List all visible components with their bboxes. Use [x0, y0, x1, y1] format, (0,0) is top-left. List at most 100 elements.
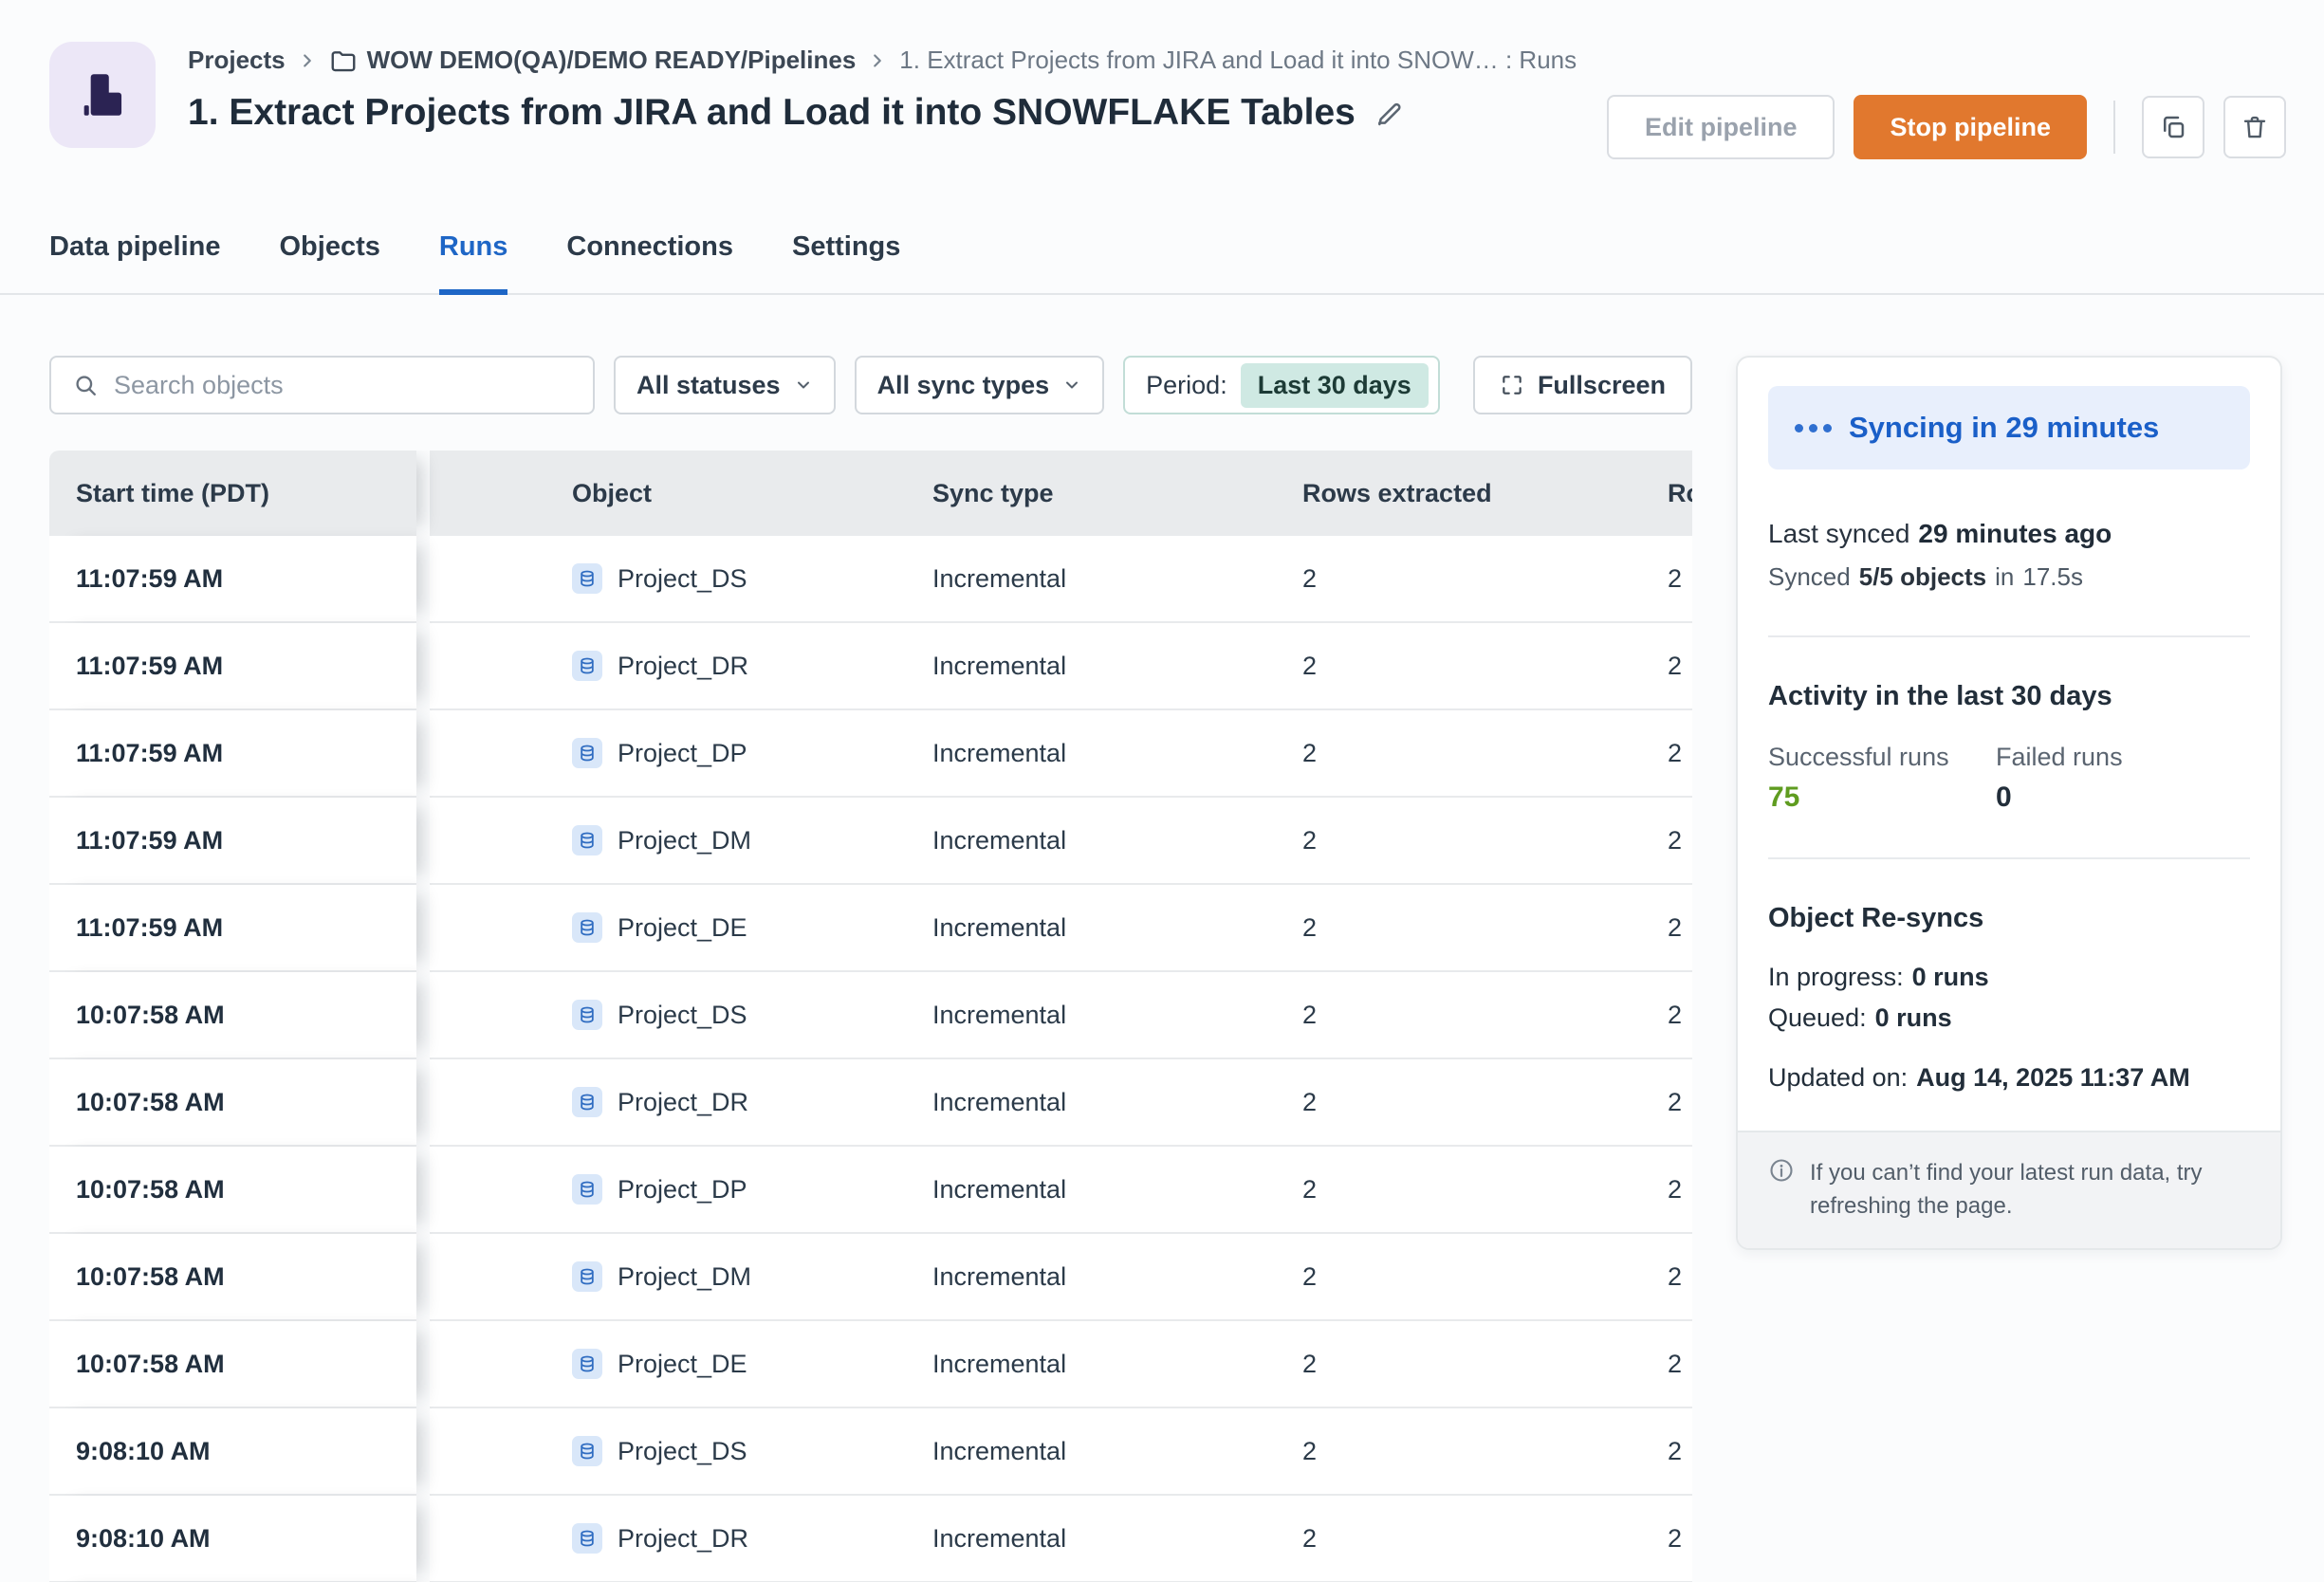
failed-runs-stat: Failed runs 0 [1996, 743, 2250, 814]
search-input[interactable] [114, 371, 572, 400]
cell-sync-type: Incremental [932, 1234, 1302, 1319]
updated-on-label: Updated on: [1768, 1063, 1908, 1093]
copy-icon [2159, 113, 2187, 141]
tab[interactable]: Runs [439, 203, 508, 295]
cell-rows-extracted: 2 [1302, 1059, 1668, 1145]
row-rest: Project_DR Incremental 2 2 [430, 1496, 1692, 1582]
row-rest: Project_DE Incremental 2 2 [430, 885, 1692, 972]
cell-rows-loaded: 2 [1668, 536, 1692, 621]
database-icon [572, 825, 602, 855]
column-header-rows-extracted: Rows extracted [1302, 451, 1668, 536]
cell-rows-extracted: 2 [1302, 536, 1668, 621]
fullscreen-button[interactable]: Fullscreen [1473, 356, 1692, 414]
tab-bar: Data pipeline Objects Runs Connections S… [0, 203, 2324, 295]
column-header-object: Object [430, 451, 932, 536]
tab[interactable]: Settings [792, 203, 900, 295]
table-header-row: Start time (PDT) Object Sync type Rows e… [49, 451, 1692, 536]
tab[interactable]: Connections [566, 203, 733, 295]
table-row[interactable]: 9:08:10 AM Project_DR Incremental 2 [49, 1496, 1692, 1582]
cell-rows-extracted: 2 [1302, 1147, 1668, 1232]
row-rest: Project_DP Incremental 2 2 [430, 710, 1692, 798]
delete-pipeline-button[interactable] [2223, 96, 2286, 158]
column-header-sync-type: Sync type [932, 451, 1302, 536]
card-footer-note: If you can’t find your latest run data, … [1738, 1131, 2280, 1248]
cell-rows-loaded: 2 [1668, 885, 1692, 970]
cell-start-time: 10:07:58 AM [49, 1147, 416, 1234]
cell-object: Project_DS [430, 972, 932, 1058]
synced-prefix: Synced [1768, 562, 1851, 592]
object-name: Project_DE [618, 1350, 747, 1379]
synced-summary-line: Synced 5/5 objects in 17.5s [1768, 562, 2250, 592]
table-row[interactable]: 10:07:58 AM Project_DR Incremental 2 [49, 1059, 1692, 1147]
period-filter[interactable]: Period: Last 30 days [1123, 356, 1440, 414]
breadcrumb-pipelines-path[interactable]: WOW DEMO(QA)/DEMO READY/Pipelines [367, 46, 857, 75]
search-icon [72, 372, 99, 398]
cell-start-time: 10:07:58 AM [49, 1059, 416, 1147]
page-header: Projects WOW DEMO(QA)/DEMO READY/Pipelin… [0, 0, 2324, 159]
activity-title: Activity in the last 30 days [1768, 681, 2250, 712]
database-icon [572, 563, 602, 594]
table-row[interactable]: 10:07:58 AM Project_DP Incremental 2 [49, 1147, 1692, 1234]
edit-pipeline-button[interactable]: Edit pipeline [1607, 95, 1835, 159]
queued-line: Queued: 0 runs [1768, 1003, 2250, 1033]
duplicate-pipeline-button[interactable] [2142, 96, 2204, 158]
status-filter-value: All statuses [636, 371, 781, 400]
table-row[interactable]: 11:07:59 AM Project_DM Incremental 2 [49, 798, 1692, 885]
cell-rows-loaded: 2 [1668, 972, 1692, 1058]
chevron-right-icon [867, 50, 888, 71]
cell-start-time: 11:07:59 AM [49, 885, 416, 972]
successful-runs-stat: Successful runs 75 [1768, 743, 1996, 814]
breadcrumb: Projects WOW DEMO(QA)/DEMO READY/Pipelin… [188, 46, 1575, 75]
search-box[interactable] [49, 356, 595, 414]
database-icon [572, 1174, 602, 1205]
cell-object: Project_DM [430, 1234, 932, 1319]
cell-rows-loaded: 2 [1668, 798, 1692, 883]
synced-duration: 17.5s [2022, 562, 2083, 592]
cell-start-time: 11:07:59 AM [49, 536, 416, 623]
cell-rows-extracted: 2 [1302, 885, 1668, 970]
sync-type-filter-value: All sync types [877, 371, 1050, 400]
table-row[interactable]: 11:07:59 AM Project_DE Incremental 2 [49, 885, 1692, 972]
updated-on-value: Aug 14, 2025 11:37 AM [1916, 1063, 2190, 1093]
cell-sync-type: Incremental [932, 798, 1302, 883]
table-row[interactable]: 10:07:58 AM Project_DM Incremental 2 [49, 1234, 1692, 1321]
stop-pipeline-button[interactable]: Stop pipeline [1854, 95, 2087, 159]
breadcrumb-folder-segment[interactable]: WOW DEMO(QA)/DEMO READY/Pipelines [329, 46, 857, 75]
sync-type-filter-dropdown[interactable]: All sync types [855, 356, 1105, 414]
status-filter-dropdown[interactable]: All statuses [614, 356, 836, 414]
tab[interactable]: Data pipeline [49, 203, 221, 295]
footer-note-text: If you can’t find your latest run data, … [1810, 1157, 2227, 1223]
breadcrumb-projects[interactable]: Projects [188, 46, 286, 75]
cell-rows-loaded: 2 [1668, 1496, 1692, 1581]
database-icon [572, 1436, 602, 1466]
object-name: Project_DR [618, 1524, 748, 1554]
table-row[interactable]: 9:08:10 AM Project_DS Incremental 2 [49, 1408, 1692, 1496]
table-row[interactable]: 10:07:58 AM Project_DS Incremental 2 [49, 972, 1692, 1059]
cell-start-time: 9:08:10 AM [49, 1496, 416, 1582]
cell-sync-type: Incremental [932, 710, 1302, 796]
database-icon [572, 912, 602, 943]
table-row[interactable]: 10:07:58 AM Project_DE Incremental 2 [49, 1321, 1692, 1408]
queued-value: 0 runs [1875, 1003, 1952, 1033]
chevron-right-icon [297, 50, 318, 71]
fullscreen-label: Fullscreen [1538, 371, 1666, 400]
cell-rows-loaded: 2 [1668, 1408, 1692, 1494]
table-row[interactable]: 11:07:59 AM Project_DS Incremental 2 [49, 536, 1692, 623]
table-row[interactable]: 11:07:59 AM Project_DP Incremental 2 [49, 710, 1692, 798]
row-rest: Project_DR Incremental 2 2 [430, 623, 1692, 710]
cell-object: Project_DS [430, 1408, 932, 1494]
cell-rows-extracted: 2 [1302, 1321, 1668, 1407]
cell-rows-extracted: 2 [1302, 972, 1668, 1058]
queued-label: Queued: [1768, 1003, 1867, 1033]
tab[interactable]: Objects [280, 203, 380, 295]
table-row[interactable]: 11:07:59 AM Project_DR Incremental 2 [49, 623, 1692, 710]
cell-object: Project_DR [430, 1059, 932, 1145]
edit-title-button[interactable] [1374, 98, 1405, 128]
runs-panel: All statuses All sync types Period: Last… [49, 356, 1692, 1582]
cell-object: Project_DR [430, 1496, 932, 1581]
synced-mid: in [1995, 562, 2014, 592]
filter-bar: All statuses All sync types Period: Last… [49, 356, 1692, 414]
cell-sync-type: Incremental [932, 885, 1302, 970]
object-name: Project_DR [618, 652, 748, 681]
last-synced-label: Last synced [1768, 519, 1909, 549]
